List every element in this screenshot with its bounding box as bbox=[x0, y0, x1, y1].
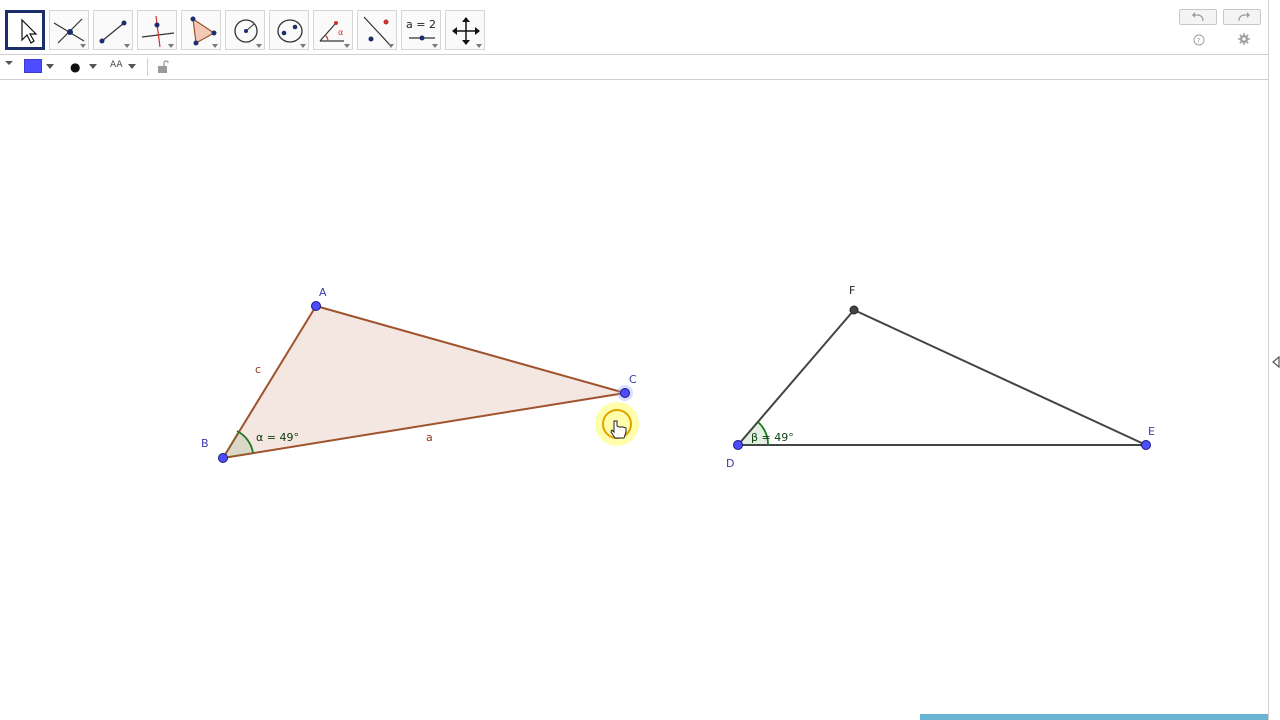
help-button[interactable]: ? bbox=[1192, 32, 1206, 46]
redo-button[interactable] bbox=[1223, 9, 1261, 25]
gear-icon bbox=[1238, 33, 1250, 45]
chevron-down-icon bbox=[300, 44, 306, 48]
point-f[interactable] bbox=[849, 305, 859, 315]
point-d-label: D bbox=[726, 457, 734, 470]
text-style-dropdown-button[interactable] bbox=[127, 61, 139, 73]
cursor-arrow-icon bbox=[21, 18, 38, 44]
point-e[interactable] bbox=[1141, 440, 1151, 450]
point-b[interactable] bbox=[218, 453, 228, 463]
perpendicular-line-tool-button[interactable] bbox=[137, 10, 177, 50]
chevron-down-icon bbox=[344, 44, 350, 48]
reflect-tool-button[interactable] bbox=[357, 10, 397, 50]
circle-tool-button[interactable] bbox=[225, 10, 265, 50]
chevron-down-icon bbox=[212, 44, 218, 48]
move-graphics-view-tool-button[interactable] bbox=[445, 10, 485, 50]
point-c-label: C bbox=[629, 373, 637, 386]
chevron-down-icon bbox=[5, 61, 13, 65]
undo-icon bbox=[1192, 12, 1204, 22]
chevron-down-icon bbox=[388, 44, 394, 48]
stylebar-toggle-button[interactable] bbox=[2, 57, 16, 71]
point-e-label: E bbox=[1148, 425, 1155, 438]
color-dropdown-button[interactable] bbox=[45, 61, 57, 73]
graphics-canvas[interactable]: α = 49° c a A B C β = 49° D E F bbox=[0, 80, 1268, 720]
chevron-down-icon bbox=[80, 44, 86, 48]
lock-icon bbox=[158, 60, 169, 73]
slider-tool-button[interactable]: a = 2 bbox=[401, 10, 441, 50]
style-bar: ● AA bbox=[0, 55, 1270, 80]
text-style-button[interactable]: AA bbox=[110, 60, 123, 70]
point-tool-button[interactable] bbox=[49, 10, 89, 50]
point-style-button[interactable]: ● bbox=[70, 59, 84, 75]
chevron-down-icon bbox=[168, 44, 174, 48]
side-c-label: c bbox=[255, 363, 261, 376]
angle-alpha-label: α = 49° bbox=[256, 431, 299, 444]
point-c[interactable] bbox=[620, 388, 630, 398]
lock-button[interactable] bbox=[156, 60, 170, 74]
point-a[interactable] bbox=[311, 301, 321, 311]
side-a-label: a bbox=[426, 431, 433, 444]
segment-df[interactable] bbox=[737, 309, 855, 446]
help-icon: ? bbox=[1193, 34, 1205, 46]
polygon-tool-button[interactable] bbox=[181, 10, 221, 50]
chevron-down-icon bbox=[432, 44, 438, 48]
chevron-down-icon bbox=[89, 64, 97, 69]
point-style-dropdown-button[interactable] bbox=[88, 61, 100, 73]
undo-button[interactable] bbox=[1179, 9, 1217, 25]
settings-button[interactable] bbox=[1237, 31, 1251, 45]
bottom-progress-bar bbox=[920, 714, 1268, 720]
svg-text:α: α bbox=[338, 28, 343, 37]
graphics-view[interactable]: α = 49° c a A B C β = 49° D E F bbox=[0, 80, 1268, 720]
angle-beta-label: β = 49° bbox=[751, 431, 794, 444]
point-d[interactable] bbox=[733, 440, 743, 450]
point-b-label: B bbox=[201, 437, 209, 450]
point-a-label: A bbox=[319, 286, 327, 299]
geogebra-window: α a = 2 ? ● AA α = 49° c a A B C β = 49°… bbox=[0, 0, 1280, 720]
chevron-down-icon bbox=[124, 44, 130, 48]
move-tool-button[interactable] bbox=[5, 10, 45, 50]
chevron-down-icon bbox=[128, 64, 136, 69]
color-swatch-button[interactable] bbox=[24, 59, 42, 73]
panel-toggle-button[interactable] bbox=[1271, 355, 1280, 369]
chevron-down-icon bbox=[476, 44, 482, 48]
svg-text:?: ? bbox=[1197, 37, 1201, 45]
segment-fe[interactable] bbox=[853, 309, 1147, 446]
chevron-down-icon bbox=[256, 44, 262, 48]
right-panel-edge bbox=[1268, 0, 1280, 720]
stylebar-divider bbox=[147, 58, 148, 76]
conic-tool-button[interactable] bbox=[269, 10, 309, 50]
chevron-down-icon bbox=[46, 64, 54, 69]
toolbar: α a = 2 ? bbox=[0, 0, 1270, 55]
line-tool-button[interactable] bbox=[93, 10, 133, 50]
panel-toggle-icon bbox=[1272, 355, 1280, 369]
point-f-label: F bbox=[849, 284, 855, 297]
redo-icon bbox=[1238, 12, 1250, 22]
angle-tool-button[interactable]: α bbox=[313, 10, 353, 50]
